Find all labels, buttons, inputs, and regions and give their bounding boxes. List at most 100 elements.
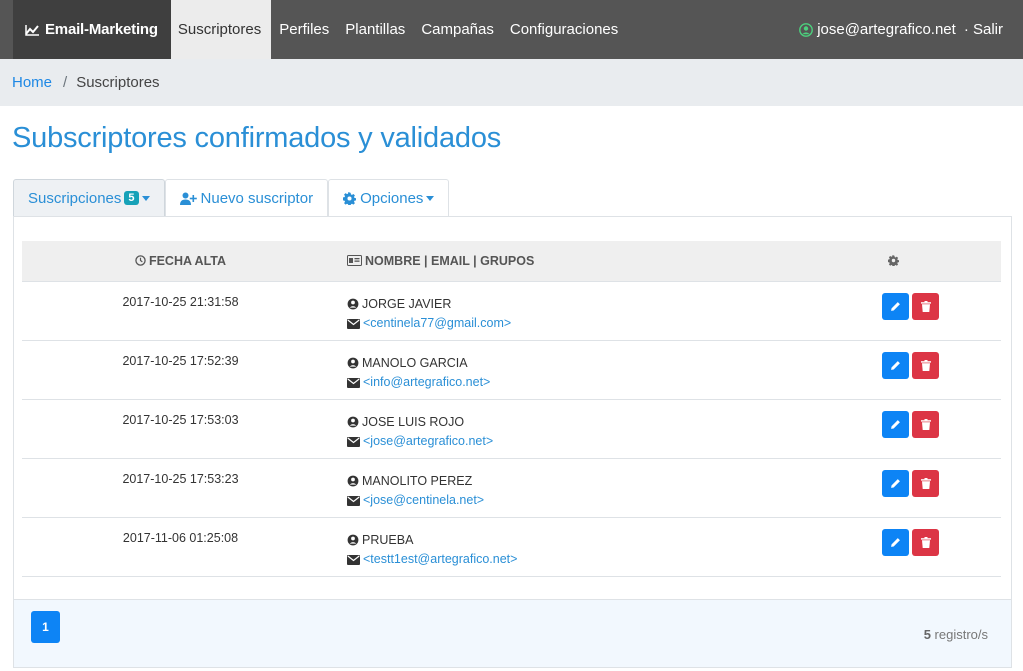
nav-item-perfiles[interactable]: Perfiles	[271, 0, 337, 59]
edit-button[interactable]	[882, 292, 909, 320]
pencil-icon	[891, 360, 900, 370]
trash-icon	[920, 300, 931, 312]
edit-button[interactable]	[882, 528, 909, 556]
chart-line-icon	[25, 24, 39, 36]
tab-suscripciones-label: Suscripciones	[28, 189, 122, 207]
row-name-line: JORGE JAVIER	[347, 295, 789, 314]
user-circle-icon	[347, 534, 359, 545]
table-row: 2017-10-25 17:53:03 JOSE LUIS ROJO <jose…	[22, 399, 1001, 458]
row-actions	[789, 399, 1001, 458]
nav-item-suscriptores[interactable]: Suscriptores	[170, 0, 272, 59]
row-email-line: <jose@centinela.net>	[347, 491, 789, 510]
row-email-link[interactable]: <testt1est@artegrafico.net>	[363, 552, 517, 566]
delete-button[interactable]	[912, 410, 939, 438]
caret-down-icon	[141, 195, 150, 201]
gear-icon	[343, 191, 357, 205]
trash-icon	[920, 359, 931, 371]
clock-icon	[135, 255, 146, 266]
row-date: 2017-11-06 01:25:08	[122, 530, 239, 545]
row-actions	[789, 340, 1001, 399]
pencil-icon	[891, 537, 900, 547]
tab-suscripciones[interactable]: Suscripciones 5	[13, 179, 165, 216]
user-circle-icon	[347, 416, 359, 427]
row-date: 2017-10-25 17:52:39	[122, 353, 239, 368]
row-name: PRUEBA	[362, 532, 414, 547]
nav-item-configuraciones[interactable]: Configuraciones	[502, 0, 626, 59]
row-identity: PRUEBA <testt1est@artegrafico.net>	[339, 517, 789, 576]
breadcrumb: Home / Suscriptores	[0, 59, 1023, 106]
record-count-number: 5	[923, 627, 931, 642]
delete-button[interactable]	[912, 292, 939, 320]
page-title: Subscriptores confirmados y validados	[12, 122, 502, 154]
row-email-link[interactable]: <centinela77@gmail.com>	[363, 316, 511, 330]
table-row: 2017-10-25 17:52:39 MANOLO GARCIA <info@…	[22, 340, 1001, 399]
envelope-icon	[347, 318, 360, 329]
pagination-page-1[interactable]: 1	[31, 611, 60, 643]
brand-label: Email-Marketing	[45, 21, 158, 38]
tab-bar: Suscripciones 5 Nuevo suscriptor Opcione…	[0, 179, 1023, 216]
user-plus-icon	[179, 192, 197, 205]
header-fecha-alta-label: FECHA ALTA	[148, 253, 227, 268]
table-row: 2017-10-25 17:53:23 MANOLITO PEREZ <jose…	[22, 458, 1001, 517]
logout-link[interactable]: · Salir	[964, 21, 1003, 38]
user-email-link[interactable]: jose@artegrafico.net	[817, 21, 956, 38]
nav-item-campanas[interactable]: Campañas	[413, 0, 502, 59]
row-name-line: JOSE LUIS ROJO	[347, 413, 789, 432]
row-email-link[interactable]: <info@artegrafico.net>	[363, 375, 490, 389]
edit-button[interactable]	[882, 351, 909, 379]
row-email-line: <testt1est@artegrafico.net>	[347, 550, 789, 569]
row-date: 2017-10-25 17:53:03	[122, 412, 239, 427]
header-nombre: NOMBRE | EMAIL | GRUPOS	[339, 241, 789, 282]
delete-button[interactable]	[912, 528, 939, 556]
header-acciones	[789, 241, 1001, 282]
row-email-line: <jose@artegrafico.net>	[347, 432, 789, 451]
header-nombre-label: NOMBRE | EMAIL | GRUPOS	[365, 253, 535, 268]
trash-icon	[920, 536, 931, 548]
breadcrumb-home-link[interactable]: Home	[12, 74, 52, 91]
row-identity: JOSE LUIS ROJO <jose@artegrafico.net>	[339, 399, 789, 458]
row-name-line: MANOLO GARCIA	[347, 354, 789, 373]
table-row: 2017-10-25 21:31:58 JORGE JAVIER <centin…	[22, 281, 1001, 340]
row-name: JORGE JAVIER	[362, 296, 452, 311]
panel-footer: 1 5 registro/s	[14, 599, 1011, 667]
user-circle-icon	[347, 298, 359, 309]
edit-button[interactable]	[882, 469, 909, 497]
record-count-label: registro/s	[930, 627, 988, 642]
table-header-row: FECHA ALTA NOMBRE | EMAIL | GRUPOS	[22, 241, 1001, 282]
row-date: 2017-10-25 17:53:23	[122, 471, 239, 486]
subscribers-table: FECHA ALTA NOMBRE | EMAIL | GRUPOS 2017-…	[22, 241, 1001, 577]
row-actions	[789, 281, 1001, 340]
envelope-icon	[347, 554, 360, 565]
delete-button[interactable]	[912, 469, 939, 497]
brand-link[interactable]: Email-Marketing	[13, 0, 171, 59]
row-actions	[789, 458, 1001, 517]
navbar: Email-Marketing Suscriptores Perfiles Pl…	[0, 0, 1023, 59]
breadcrumb-current: Suscriptores	[76, 74, 160, 91]
tab-nuevo-suscriptor[interactable]: Nuevo suscriptor	[164, 179, 329, 216]
record-count: 5 registro/s	[924, 627, 988, 642]
user-circle-icon	[347, 357, 359, 368]
row-email-link[interactable]: <jose@artegrafico.net>	[363, 434, 493, 448]
row-name-line: PRUEBA	[347, 531, 789, 550]
subscribers-panel: FECHA ALTA NOMBRE | EMAIL | GRUPOS 2017-…	[13, 216, 1012, 668]
trash-icon	[920, 418, 931, 430]
row-email-link[interactable]: <jose@centinela.net>	[363, 493, 484, 507]
tab-opciones[interactable]: Opciones	[328, 179, 450, 216]
edit-button[interactable]	[882, 410, 909, 438]
id-card-icon	[347, 254, 362, 266]
envelope-icon	[347, 436, 360, 447]
header-fecha-alta: FECHA ALTA	[22, 241, 339, 282]
tab-opciones-label: Opciones	[360, 189, 424, 207]
nav-item-plantillas[interactable]: Plantillas	[337, 0, 413, 59]
delete-button[interactable]	[912, 351, 939, 379]
caret-down-icon	[426, 195, 435, 201]
pencil-icon	[891, 419, 900, 429]
row-date: 2017-10-25 21:31:58	[122, 294, 239, 309]
subscriptions-count-badge: 5	[124, 191, 139, 205]
gear-icon	[887, 254, 900, 267]
user-circle-icon	[799, 22, 814, 37]
tab-nuevo-suscriptor-label: Nuevo suscriptor	[200, 189, 314, 207]
row-email-line: <centinela77@gmail.com>	[347, 314, 789, 333]
row-email-line: <info@artegrafico.net>	[347, 373, 789, 392]
row-identity: MANOLO GARCIA <info@artegrafico.net>	[339, 340, 789, 399]
